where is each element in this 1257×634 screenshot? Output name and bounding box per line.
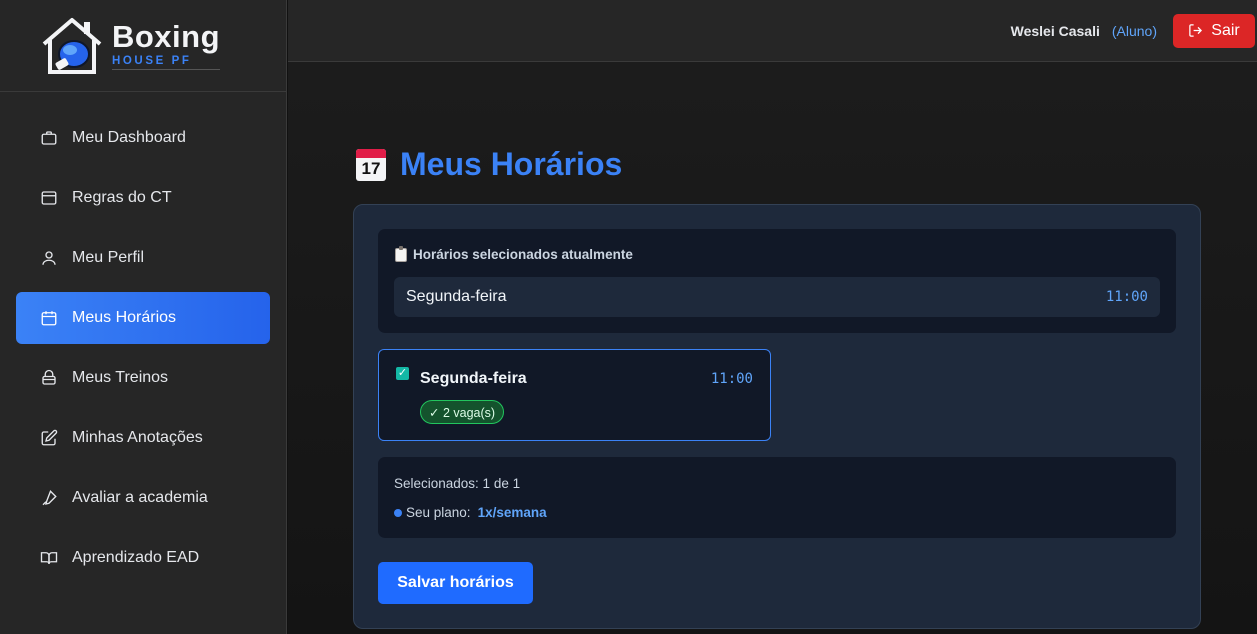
- clipboard-icon: [395, 245, 407, 262]
- logout-label: Sair: [1211, 21, 1240, 39]
- current-schedule-day: Segunda-feira: [406, 288, 507, 305]
- user-icon: [40, 249, 58, 267]
- brand-name: Boxing: [111, 18, 221, 54]
- sidebar-item-rules[interactable]: Regras do CT: [16, 172, 270, 224]
- plan-dot-icon: [394, 508, 402, 517]
- plan-value: 1x/semana: [477, 505, 547, 520]
- logo[interactable]: Boxing HOUSE PF: [36, 16, 221, 76]
- pen-icon: [40, 489, 58, 507]
- plan-info: Seu plano: 1x/semana: [394, 505, 547, 520]
- page-title: 17 Meus Horários: [356, 146, 622, 183]
- availability-badge: ✓ 2 vaga(s): [420, 400, 505, 424]
- sidebar-item-label: Meus Treinos: [72, 369, 169, 386]
- plan-label: Seu plano:: [406, 505, 471, 520]
- sidebar-item-label: Meus Horários: [72, 309, 177, 326]
- slot-day: Segunda-feira: [420, 370, 527, 387]
- sidebar-item-dashboard[interactable]: Meu Dashboard: [16, 112, 270, 164]
- topbar: Weslei Casali (Aluno) Sair: [288, 0, 1257, 62]
- sidebar-nav: Meu Dashboard Regras do CT Meu Perfil Me…: [0, 92, 286, 584]
- sidebar-item-rate-gym[interactable]: Avaliar a academia: [16, 472, 270, 524]
- calendar-emoji-day: 17: [361, 158, 381, 178]
- user-name: Weslei Casali: [1010, 22, 1100, 39]
- sidebar-item-profile[interactable]: Meu Perfil: [16, 232, 270, 284]
- slot-time: 11:00: [710, 371, 753, 387]
- bag-icon: [40, 369, 58, 387]
- save-schedules-button[interactable]: Salvar horários: [378, 562, 533, 604]
- main-content: 17 Meus Horários Horários selecionados a…: [288, 62, 1257, 634]
- current-schedule-time: 11:00: [1105, 289, 1148, 305]
- sidebar-item-schedules[interactable]: Meus Horários: [16, 292, 270, 344]
- schedule-card: Horários selecionados atualmente Segunda…: [353, 204, 1201, 629]
- sidebar-item-label: Minhas Anotações: [72, 429, 203, 446]
- sidebar-item-label: Regras do CT: [72, 189, 172, 206]
- logo-area: Boxing HOUSE PF: [0, 0, 286, 92]
- brand-tagline: HOUSE PF: [111, 55, 221, 71]
- slot-checkbox[interactable]: ✓: [396, 367, 409, 380]
- sidebar-item-ead[interactable]: Aprendizado EAD: [16, 532, 270, 584]
- logout-button[interactable]: Sair: [1173, 13, 1255, 48]
- current-schedules-label: Horários selecionados atualmente: [413, 247, 633, 262]
- calendar-icon: [40, 309, 58, 327]
- sidebar-item-label: Meu Perfil: [72, 249, 145, 266]
- current-schedules-heading: Horários selecionados atualmente: [395, 245, 633, 262]
- sidebar-item-label: Aprendizado EAD: [72, 549, 200, 566]
- page-title-text: Meus Horários: [400, 146, 623, 182]
- current-schedules-box: Horários selecionados atualmente Segunda…: [378, 229, 1176, 333]
- boxing-glove-house-icon: [42, 17, 102, 74]
- book-icon: [40, 549, 58, 567]
- user-role: (Aluno): [1111, 22, 1157, 39]
- selected-count: Selecionados: 1 de 1: [394, 476, 521, 491]
- edit-icon: [40, 429, 58, 447]
- sidebar-item-workouts[interactable]: Meus Treinos: [16, 352, 270, 404]
- logout-icon: [1189, 24, 1203, 37]
- calendar-emoji-icon: 17: [356, 148, 386, 181]
- window-icon: [40, 189, 58, 207]
- schedule-slot-option[interactable]: ✓ Segunda-feira 11:00 ✓ 2 vaga(s): [378, 349, 771, 441]
- sidebar-item-label: Avaliar a academia: [72, 489, 208, 506]
- sidebar: Boxing HOUSE PF Meu Dashboard Regras do …: [0, 0, 287, 634]
- selection-summary: Selecionados: 1 de 1 Seu plano: 1x/seman…: [378, 457, 1176, 538]
- sidebar-item-label: Meu Dashboard: [72, 129, 186, 146]
- sidebar-item-notes[interactable]: Minhas Anotações: [16, 412, 270, 464]
- briefcase-icon: [40, 129, 58, 147]
- current-schedule-row: Segunda-feira 11:00: [394, 277, 1160, 317]
